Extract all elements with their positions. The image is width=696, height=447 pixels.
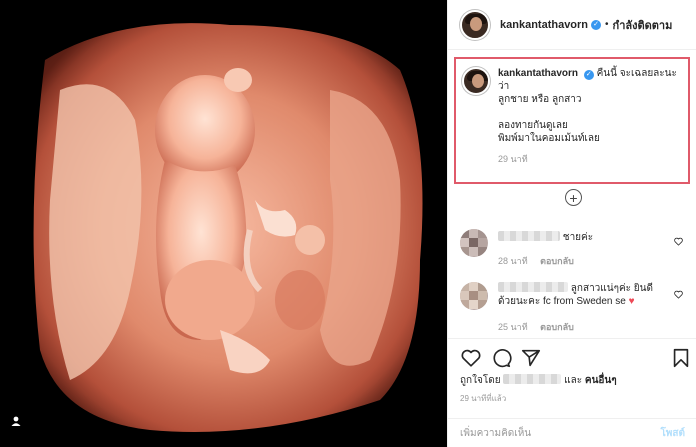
reply-button[interactable]: ตอบกลับ (540, 256, 574, 266)
comment-body: ชายค่ะ (562, 232, 594, 243)
blurred-username[interactable] (498, 231, 560, 241)
heart-icon[interactable] (674, 237, 683, 246)
caption-text: kankantathavorn ✓ คืนนี้ จะเฉลยละนะ ว่า … (498, 67, 678, 166)
heart-icon[interactable] (674, 290, 683, 299)
comment-time: 25 นาที (498, 322, 528, 332)
likes-and: และ (564, 375, 583, 386)
caption-line: ลูกชาย หรือ ลูกสาว (498, 94, 582, 105)
caption-time: 29 นาที (498, 154, 528, 164)
blurred-liker[interactable] (503, 374, 562, 384)
ultrasound-image (0, 0, 447, 447)
heart-icon[interactable] (460, 347, 482, 369)
post-header: kankantathavorn ✓ • กำลังติดตาม (448, 0, 696, 50)
red-heart-emoji: ♥ (628, 296, 635, 307)
caption-line: คืนนี้ จะเฉลยละนะ (596, 68, 677, 79)
caption-line: ลองทายกันดูเลย (498, 120, 568, 131)
verified-badge-icon: ✓ (591, 19, 602, 30)
plus-circle-icon[interactable]: + (565, 189, 582, 206)
caption-line: ว่า (498, 81, 510, 92)
caption-line: พิมพ์มาในคอมเม้นท์เลย (498, 133, 600, 144)
caption-avatar[interactable] (462, 67, 490, 95)
caption-highlight: kankantathavorn ✓ คืนนี้ จะเฉลยละนะ ว่า … (454, 57, 690, 184)
add-comment-bar: เพิ่มความคิดเห็น โพสต์ (448, 418, 696, 447)
user-tag-icon[interactable] (10, 415, 32, 437)
instagram-post: kankantathavorn ✓ • กำลังติดตาม kankanta… (0, 0, 696, 447)
following-button[interactable]: กำลังติดตาม (613, 16, 673, 34)
post-image[interactable] (0, 0, 447, 447)
header-username[interactable]: kankantathavorn (500, 19, 588, 31)
comment-bubble-icon[interactable] (490, 347, 512, 369)
comment-meta: 25 นาที ตอบกลับ (498, 320, 584, 334)
caption-line (498, 106, 678, 119)
likes-prefix: ถูกใจโดย (460, 375, 501, 386)
post-timestamp: 29 นาทีที่แล้ว (460, 394, 507, 403)
comment-input[interactable]: เพิ่มความคิดเห็น (460, 426, 531, 441)
comment-meta: 28 นาที ตอบกลับ (498, 254, 584, 268)
post-button[interactable]: โพสต์ (660, 426, 685, 441)
separator-dot: • (605, 19, 609, 30)
comment-text: ลูกสาวแน่ๆค่ะ ยินดีด้วยนะคะ fc from Swed… (498, 282, 668, 308)
verified-badge-icon: ✓ (583, 70, 594, 80)
avatar[interactable] (460, 9, 490, 40)
comment-text: ชายค่ะ (498, 231, 668, 244)
likes-line: ถูกใจโดย และ คนอื่นๆ (460, 373, 617, 388)
comment-time: 28 นาที (498, 256, 528, 266)
avatar[interactable] (460, 229, 488, 257)
action-bar (448, 338, 696, 374)
reply-button[interactable]: ตอบกลับ (540, 322, 574, 332)
paper-plane-icon[interactable] (520, 347, 542, 369)
avatar[interactable] (460, 282, 488, 310)
blurred-username[interactable] (498, 282, 568, 292)
likes-others[interactable]: คนอื่นๆ (585, 375, 617, 386)
post-details-panel: kankantathavorn ✓ • กำลังติดตาม kankanta… (447, 0, 696, 447)
caption-username[interactable]: kankantathavorn (498, 68, 578, 79)
bookmark-icon[interactable] (670, 347, 692, 369)
